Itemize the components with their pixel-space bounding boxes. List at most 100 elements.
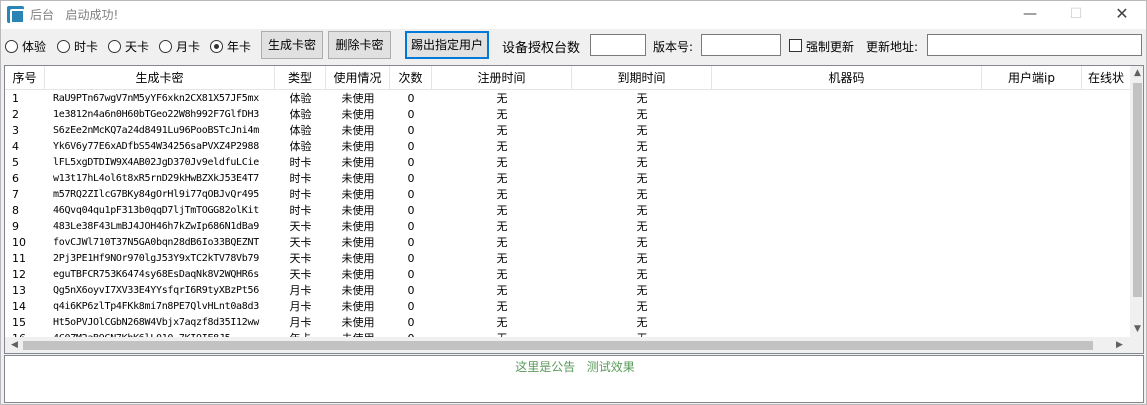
cell-card-key: lFL5xgDTDIW9X4AB02JgD370Jv9eldfuLCie — [53, 157, 259, 168]
cell-index: 15 — [12, 316, 26, 329]
table-row[interactable]: 6 w13t17hL4ol6t8xR5rnD29kHwBZXkJ53E4T7 时卡 未… — [5, 171, 1130, 187]
column-header-usage[interactable]: 使用情况 — [326, 66, 390, 90]
cell-usage: 未使用 — [341, 284, 375, 297]
cards-table[interactable]: 序号 生成卡密 类型 使用情况 次数 注册时间 到期时间 机器码 用户端ip 在… — [4, 65, 1144, 354]
cell-count: 0 — [407, 140, 415, 153]
force-update-checkbox[interactable] — [789, 39, 802, 52]
radio-card-type-month[interactable]: 月卡 — [159, 38, 200, 54]
generate-cards-button[interactable]: 生成卡密 — [261, 31, 323, 59]
update-url-label: 更新地址: — [866, 40, 919, 54]
table-row[interactable]: 8 46Qvq04qu1pF313b0qqD7ljTmTOGG82olKit 时卡 未… — [5, 203, 1130, 219]
radio-card-type-year[interactable]: 年卡 — [210, 38, 251, 54]
column-header-expire-time[interactable]: 到期时间 — [572, 66, 712, 90]
cell-index: 4 — [12, 140, 19, 153]
table-row[interactable]: 5 lFL5xgDTDIW9X4AB02JgD370Jv9eldfuLCie 时卡 未… — [5, 155, 1130, 171]
column-header-register-time[interactable]: 注册时间 — [432, 66, 572, 90]
radio-indicator — [108, 39, 121, 53]
horizontal-scrollbar-thumb[interactable] — [23, 341, 1093, 350]
cell-register-time: 无 — [496, 268, 508, 281]
cell-card-key: Yk6V6y77E6xADfbS54W34256saPVXZ4P2988 — [53, 141, 259, 152]
delete-cards-button[interactable]: 删除卡密 — [328, 31, 391, 59]
scroll-up-arrow-icon[interactable]: ▲ — [1130, 66, 1143, 81]
cell-register-time: 无 — [496, 316, 508, 329]
table-row[interactable]: 1 RaU9PTn67wgV7nM5yYF6xkn2CX81X57JF5mx 体验 未… — [5, 91, 1130, 107]
cell-type: 体验 — [289, 124, 312, 137]
scroll-left-arrow-icon[interactable]: ◀ — [7, 338, 22, 353]
main-window: 后台 启动成功! — ☐ ✕ 体验 时卡 天卡 月卡 年卡 生成卡密 删除卡密 … — [0, 0, 1147, 405]
version-label: 版本号: — [653, 40, 694, 54]
cell-index: 3 — [12, 124, 19, 137]
cell-register-time: 无 — [496, 140, 508, 153]
announcement-box[interactable]: 这里是公告 测试效果 — [4, 355, 1144, 403]
cell-usage: 未使用 — [341, 92, 375, 105]
kick-user-button[interactable]: 踢出指定用户 — [405, 31, 489, 59]
vertical-scrollbar-thumb[interactable] — [1133, 83, 1142, 297]
update-url-input[interactable] — [927, 34, 1142, 56]
cell-expire-time: 无 — [636, 124, 648, 137]
table-row[interactable]: 10 fovCJWl710T37N5GA0bqn28dB6Io33BQEZNT 天卡… — [5, 235, 1130, 251]
cell-register-time: 无 — [496, 108, 508, 121]
radio-card-type-trial[interactable]: 体验 — [5, 38, 46, 54]
vertical-scrollbar[interactable]: ▲ ▼ — [1130, 66, 1143, 338]
column-header-card-key[interactable]: 生成卡密 — [45, 66, 275, 90]
cell-type: 月卡 — [289, 284, 312, 297]
cell-usage: 未使用 — [341, 108, 375, 121]
cell-index: 7 — [12, 188, 19, 201]
column-header-type[interactable]: 类型 — [275, 66, 326, 90]
cell-card-key: fovCJWl710T37N5GA0bqn28dB6Io33BQEZNT — [53, 237, 259, 248]
column-header-count[interactable]: 次数 — [390, 66, 432, 90]
cell-usage: 未使用 — [341, 124, 375, 137]
radio-label: 年卡 — [227, 39, 252, 54]
horizontal-scrollbar[interactable]: ◀ ▶ — [5, 337, 1130, 353]
cell-count: 0 — [407, 220, 415, 233]
cell-card-key: w13t17hL4ol6t8xR5rnD29kHwBZXkJ53E4T7 — [53, 173, 259, 184]
cell-register-time: 无 — [496, 188, 508, 201]
cell-type: 月卡 — [289, 300, 312, 313]
cell-type: 月卡 — [289, 316, 312, 329]
cell-register-time: 无 — [496, 252, 508, 265]
cell-usage: 未使用 — [341, 140, 375, 153]
cell-usage: 未使用 — [341, 156, 375, 169]
table-body: 1 RaU9PTn67wgV7nM5yYF6xkn2CX81X57JF5mx 体验未… — [5, 91, 1130, 337]
window-title: 后台 启动成功! — [30, 8, 119, 22]
cell-expire-time: 无 — [636, 108, 648, 121]
table-row[interactable]: 15 Ht5oPVJOlCGbN268W4Vbjx7aqzf8d35I12ww 月卡… — [5, 315, 1130, 331]
cell-usage: 未使用 — [341, 204, 375, 217]
table-row[interactable]: 14 q4i6KP6zlTp4FKk8mi7n8PE7QlvHLnt0a8d3 月卡… — [5, 299, 1130, 315]
announcement-text: 这里是公告 测试效果 — [515, 360, 635, 374]
column-header-index[interactable]: 序号 — [5, 66, 45, 90]
column-header-online-status[interactable]: 在线状 — [1082, 66, 1130, 90]
cell-register-time: 无 — [496, 236, 508, 249]
cell-register-time: 无 — [496, 300, 508, 313]
minimize-button[interactable]: — — [1007, 1, 1053, 29]
table-row[interactable]: 9 483Le38F43LmBJ4JOH46h7kZwIp686N1dBa9 天卡 未… — [5, 219, 1130, 235]
table-row[interactable]: 4 Yk6V6y77E6xADfbS54W34256saPVXZ4P2988 体验 未… — [5, 139, 1130, 155]
table-row[interactable]: 2 1e3812n4a6n0H60bTGeo22W8h992F7GlfDH3 体验 未… — [5, 107, 1130, 123]
table-row[interactable]: 7 m57RQ2ZIlcG7BKy84gOrHl9i77qOBJvQr495 时卡 未… — [5, 187, 1130, 203]
cell-card-key: S6zEe2nMcKQ7a24d8491Lu96PooBSTcJni4m — [53, 125, 259, 136]
table-row[interactable]: 11 2Pj3PE1Hf9NOr970lgJ53Y9xTC2kTV78Vb79 天卡… — [5, 251, 1130, 267]
radio-card-type-hour[interactable]: 时卡 — [57, 38, 98, 54]
table-row[interactable]: 12 eguTBFCR753K6474sy68EsDaqNk8V2WQHR6s 天卡… — [5, 267, 1130, 283]
cell-type: 天卡 — [289, 236, 312, 249]
radio-card-type-day[interactable]: 天卡 — [108, 38, 149, 54]
cell-index: 11 — [12, 252, 26, 265]
device-limit-input[interactable] — [590, 34, 646, 56]
scroll-down-arrow-icon[interactable]: ▼ — [1130, 322, 1143, 337]
table-row[interactable]: 13 Qg5nX6oyvI7XV33E4YYsfqrI6R9tyXBzPt56 月卡… — [5, 283, 1130, 299]
cell-expire-time: 无 — [636, 204, 648, 217]
version-input[interactable] — [701, 34, 781, 56]
cell-register-time: 无 — [496, 284, 508, 297]
cell-expire-time: 无 — [636, 156, 648, 169]
cell-usage: 未使用 — [341, 172, 375, 185]
column-header-machine-code[interactable]: 机器码 — [712, 66, 982, 90]
cell-type: 体验 — [289, 92, 312, 105]
maximize-button[interactable]: ☐ — [1053, 1, 1099, 29]
column-header-client-ip[interactable]: 用户端ip — [982, 66, 1082, 90]
close-button[interactable]: ✕ — [1099, 1, 1145, 29]
cell-expire-time: 无 — [636, 236, 648, 249]
table-header: 序号 生成卡密 类型 使用情况 次数 注册时间 到期时间 机器码 用户端ip 在… — [5, 66, 1143, 90]
radio-label: 时卡 — [74, 39, 99, 54]
scroll-right-arrow-icon[interactable]: ▶ — [1112, 338, 1127, 353]
table-row[interactable]: 3 S6zEe2nMcKQ7a24d8491Lu96PooBSTcJni4m 体验 未… — [5, 123, 1130, 139]
